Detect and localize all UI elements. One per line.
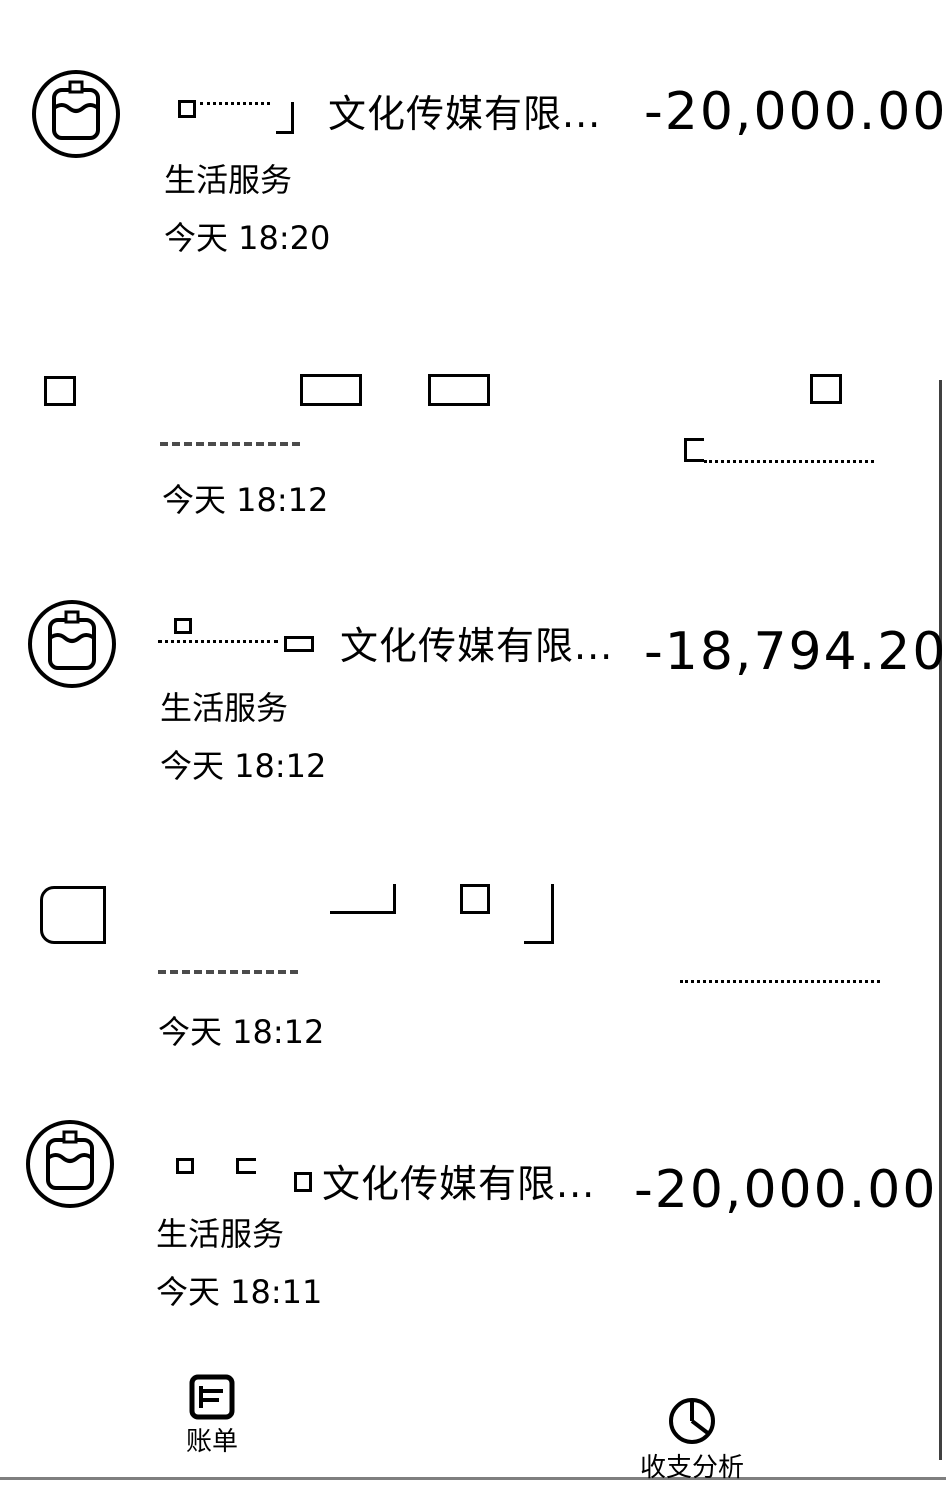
redacted-block	[460, 884, 490, 914]
redacted-block	[176, 1158, 194, 1174]
redacted-block	[428, 374, 490, 406]
transaction-time: 今天 18:12	[160, 747, 327, 785]
transaction-row[interactable]: 文化传媒有限... -20,000.00 生活服务 今天 18:20	[0, 70, 946, 270]
bottom-tab-bar: 账单 收支分析	[0, 1360, 946, 1488]
redacted-block	[174, 618, 192, 634]
store-icon	[28, 600, 116, 688]
transaction-row[interactable]: 今天 18:12	[0, 870, 946, 1070]
redacted-block	[294, 1172, 312, 1192]
redacted-block	[178, 100, 196, 118]
phone-edge-bottom	[0, 1477, 946, 1480]
tab-bill[interactable]: 账单	[170, 1374, 254, 1458]
transaction-time: 今天 18:12	[158, 1013, 325, 1051]
transaction-row[interactable]: 文化传媒有限... -20,000.00 生活服务 今天 18:11	[0, 1120, 946, 1320]
redacted-amount-line	[680, 980, 880, 983]
redacted-amount	[684, 438, 704, 462]
transaction-time: 今天 18:11	[156, 1273, 323, 1311]
redacted-amount-line	[704, 460, 874, 463]
transaction-row[interactable]: 今天 18:12	[0, 360, 946, 560]
tab-analysis[interactable]: 收支分析	[632, 1396, 752, 1484]
transaction-category: 生活服务	[164, 161, 293, 199]
store-icon	[26, 1120, 114, 1208]
merchant-name: 文化传媒有限...	[340, 624, 614, 668]
redacted-avatar	[44, 376, 76, 406]
redacted-category	[158, 970, 298, 988]
store-icon	[32, 70, 120, 158]
redacted-avatar	[40, 886, 106, 944]
transaction-list-screen: 文化传媒有限... -20,000.00 生活服务 今天 18:20 今天 18…	[0, 0, 946, 1488]
transaction-amount: -18,794.20	[644, 622, 946, 682]
bill-icon	[189, 1374, 235, 1420]
redacted-line	[158, 640, 278, 643]
redacted-block	[276, 102, 294, 134]
redacted-block	[524, 884, 554, 944]
redacted-block	[300, 374, 362, 406]
transaction-time: 今天 18:20	[164, 219, 331, 257]
transaction-time: 今天 18:12	[162, 481, 329, 519]
transaction-category: 生活服务	[160, 689, 289, 727]
transaction-amount: -20,000.00	[634, 1160, 938, 1220]
transaction-amount: -20,000.00	[644, 82, 946, 142]
redacted-block	[330, 884, 396, 914]
phone-edge-right	[939, 380, 942, 1460]
redacted-category	[160, 442, 300, 460]
pie-chart-icon	[669, 1398, 715, 1444]
redacted-block	[284, 636, 314, 652]
transaction-row[interactable]: 文化传媒有限... -18,794.20 生活服务 今天 18:12	[0, 600, 946, 800]
merchant-name: 文化传媒有限...	[322, 1162, 596, 1206]
tab-bill-label: 账单	[185, 1427, 238, 1457]
redacted-block	[236, 1158, 256, 1174]
transaction-category: 生活服务	[156, 1215, 285, 1253]
redacted-line	[200, 102, 270, 105]
merchant-name: 文化传媒有限...	[328, 92, 602, 136]
redacted-block	[810, 374, 842, 404]
